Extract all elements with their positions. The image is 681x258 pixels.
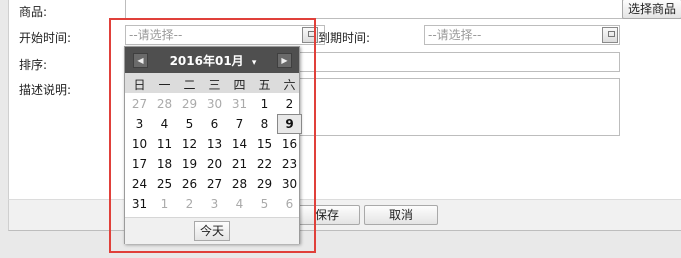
- product-label: 商品:: [19, 5, 48, 19]
- description-label: 描述说明:: [19, 83, 72, 97]
- select-product-button[interactable]: 选择商品: [622, 0, 681, 19]
- highlight-box: [109, 18, 316, 253]
- sort-label: 排序:: [19, 58, 48, 72]
- end-time-input[interactable]: --请选择--: [424, 25, 620, 45]
- end-time-label: 到期时间:: [318, 31, 371, 45]
- end-calendar-icon[interactable]: [602, 27, 618, 43]
- cancel-button[interactable]: 取消: [364, 205, 438, 225]
- product-field[interactable]: [125, 0, 625, 19]
- start-time-label: 开始时间:: [19, 31, 72, 45]
